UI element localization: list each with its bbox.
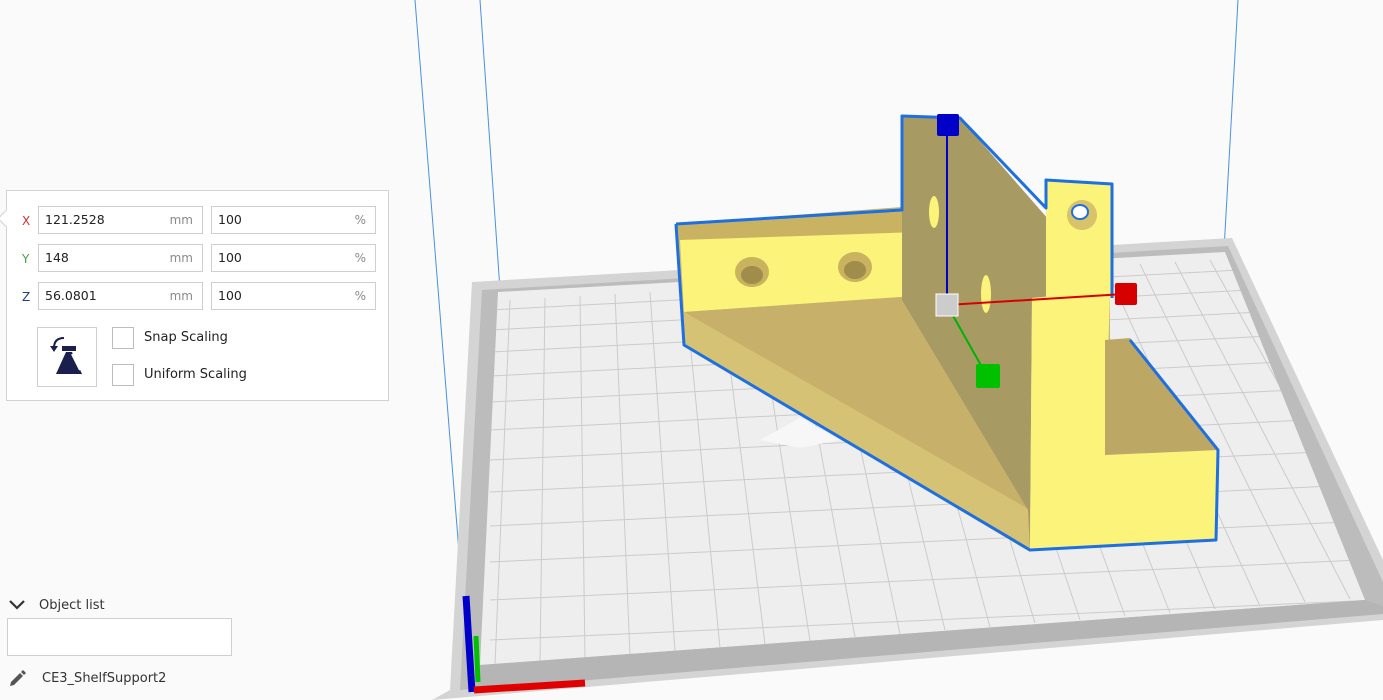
pencil-icon[interactable] (8, 668, 28, 688)
z-axis-label: Z (22, 290, 31, 304)
z-axis-handle[interactable] (937, 114, 959, 136)
x-percent-value: 100 (218, 212, 242, 227)
uniform-scaling-label: Uniform Scaling (144, 367, 247, 382)
x-axis-handle[interactable] (1115, 283, 1137, 305)
y-percent-value: 100 (218, 250, 242, 265)
z-percent-unit: % (354, 289, 366, 303)
z-size-value: 56.0801 (45, 288, 97, 303)
snap-scaling-label: Snap Scaling (144, 330, 228, 345)
y-percent-input[interactable]: 100 % (211, 244, 376, 272)
x-size-value: 121.2528 (45, 212, 105, 227)
object-name: CE3_ShelfSupport2 (42, 671, 167, 686)
y-axis-label: Y (22, 252, 30, 266)
x-percent-unit: % (354, 213, 366, 227)
x-axis-label: X (22, 214, 31, 228)
x-size-input[interactable]: 121.2528 mm (38, 206, 203, 234)
x-size-unit: mm (169, 213, 193, 227)
z-scale-row: Z 56.0801 mm 100 % (7, 282, 388, 312)
y-size-unit: mm (169, 251, 193, 265)
y-percent-unit: % (354, 251, 366, 265)
z-percent-input[interactable]: 100 % (211, 282, 376, 310)
snap-scaling-checkbox[interactable] (112, 327, 134, 349)
z-size-input[interactable]: 56.0801 mm (38, 282, 203, 310)
y-scale-row: Y 148 mm 100 % (7, 244, 388, 274)
object-list-title: Object list (39, 598, 105, 613)
lock-model-icon (50, 337, 82, 374)
uniform-scaling-checkbox[interactable] (112, 364, 134, 386)
y-axis-handle[interactable] (976, 364, 1000, 388)
y-size-value: 148 (45, 250, 69, 265)
z-percent-value: 100 (218, 288, 242, 303)
x-percent-input[interactable]: 100 % (211, 206, 376, 234)
object-name-row[interactable]: CE3_ShelfSupport2 (8, 668, 308, 690)
center-handle[interactable] (935, 293, 959, 317)
y-size-input[interactable]: 148 mm (38, 244, 203, 272)
z-size-unit: mm (169, 289, 193, 303)
x-scale-row: X 121.2528 mm 100 % (7, 206, 388, 236)
scale-tool-panel: X 121.2528 mm 100 % Y 148 mm 100 % Z 56.… (0, 190, 389, 401)
lock-model-button[interactable] (37, 327, 97, 387)
object-list-panel[interactable] (7, 618, 232, 656)
object-list-toggle[interactable]: Object list (8, 596, 208, 616)
chevron-down-icon (9, 600, 25, 610)
